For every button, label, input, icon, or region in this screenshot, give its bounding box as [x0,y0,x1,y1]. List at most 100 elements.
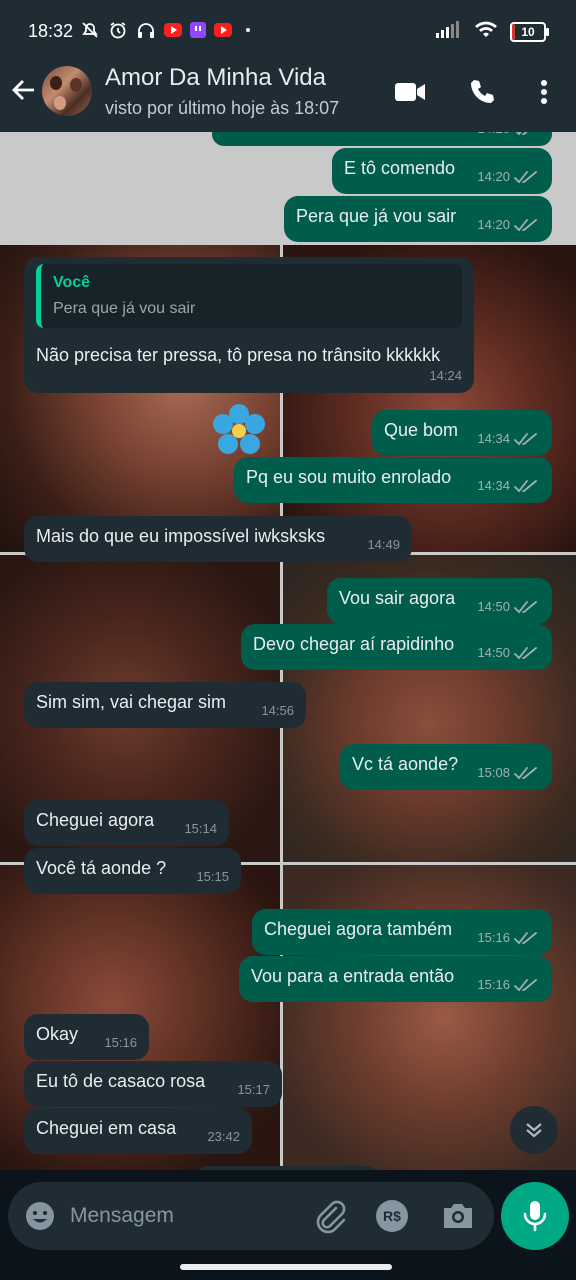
incoming-message[interactable]: Sim sim, vai chegar sim 14:56 [24,682,306,728]
message-time: 15:15 [196,866,229,888]
read-ticks-icon [514,979,537,992]
contact-name[interactable]: Amor Da Minha Vida [105,64,326,92]
more-notifications-dot-icon [246,28,250,32]
incoming-message[interactable]: Cheguei em casa 23:42 [24,1108,252,1154]
alarm-icon [108,20,128,40]
incoming-message[interactable]: Eu tô de casaco rosa 15:17 [24,1061,282,1107]
message-timestamp: 14:34 [477,478,510,493]
message-timestamp: 15:16 [477,930,510,945]
avatar[interactable] [42,66,92,116]
youtube-icon [214,23,232,37]
message-time: 14:34 [477,475,540,497]
read-ticks-icon [514,171,537,184]
incoming-message[interactable]: Você Pera que já vou sair Não precisa ter … [24,257,474,393]
flower-sticker-icon [213,404,265,454]
message-time: 14:20 [477,166,540,188]
home-indicator[interactable] [180,1264,392,1270]
message-time: 14:56 [261,700,294,722]
message-time: 14:20 [477,214,540,236]
arrow-left-icon[interactable] [10,76,38,104]
read-ticks-icon [515,132,528,136]
battery-level: 10 [521,24,535,39]
message-text: Não precisa ter pressa, tô presa no trân… [36,345,441,365]
message-timestamp: 14:20 [477,132,510,140]
chat-area[interactable]: 14:20E tô comendo14:20Pera que já vou sa… [0,132,576,1170]
paperclip-icon[interactable] [312,1198,348,1234]
payment-button[interactable]: R$ [376,1200,408,1232]
outgoing-message[interactable]: Pera que já vou sair 14:20 [284,196,552,242]
message-timestamp: 14:20 [477,169,510,184]
message-time: 15:08 [477,762,540,784]
message-time: 15:14 [184,818,217,840]
message-timestamp: 14:24 [429,368,462,383]
message-placeholder: Mensagem [70,1204,174,1227]
more-vertical-icon[interactable] [528,76,560,108]
read-ticks-icon [514,219,537,232]
message-time: 14:50 [477,596,540,618]
mic-button[interactable] [501,1182,569,1250]
battery-indicator: 10 [510,21,549,42]
headphones-icon [136,20,156,40]
wifi-icon [474,20,498,43]
status-notification-icons [80,20,250,40]
quoted-reply[interactable]: Você Pera que já vou sair [36,264,462,328]
outgoing-message[interactable]: Cheguei agora também 15:16 [252,909,552,955]
message-timestamp: 15:15 [196,869,229,884]
message-timestamp: 14:50 [477,599,510,614]
message-text: Sim sim, vai chegar sim [36,692,227,712]
message-timestamp: 23:42 [207,1129,240,1144]
status-system-icons: 10 [436,20,549,43]
outgoing-message[interactable]: Que bom 14:34 [372,410,552,456]
incoming-message[interactable]: Okay 15:16 [24,1014,149,1060]
read-ticks-icon [514,601,537,614]
message-time: 14:49 [367,534,400,556]
payment-label: R$ [383,1208,401,1224]
outgoing-message[interactable]: Pq eu sou muito enrolado 14:34 [234,457,552,503]
message-time: 14:50 [477,642,540,664]
outgoing-message[interactable]: Vou para a entrada então 15:16 [239,956,552,1002]
message-timestamp: 14:49 [367,537,400,552]
do-not-disturb-icon [80,20,100,40]
incoming-message[interactable]: Cheguei agora 15:14 [24,800,229,846]
quoted-author: Você [53,274,91,291]
status-bar: 18:32 10 [0,0,576,62]
phone-icon[interactable] [466,76,498,108]
outgoing-message[interactable]: Vc tá aonde? 15:08 [340,744,552,790]
message-time: 14:24 [429,365,462,387]
battery-fill [512,23,516,40]
chat-header: Amor Da Minha Vida visto por último hoje… [0,62,576,132]
message-input[interactable]: Mensagem R$ [8,1182,494,1250]
message-timestamp: 15:14 [184,821,217,836]
camera-icon[interactable] [440,1198,476,1234]
read-ticks-icon [514,932,537,945]
message-time: 15:16 [477,974,540,996]
last-seen-status: visto por último hoje às 18:07 [105,98,340,118]
outgoing-message[interactable]: 14:20 [212,132,552,146]
emoji-icon[interactable] [24,1200,56,1232]
message-timestamp: 15:08 [477,765,510,780]
message-timestamp: 15:16 [104,1035,137,1050]
read-ticks-icon [514,647,537,660]
incoming-message[interactable]: Você tá aonde ? 15:15 [24,848,241,894]
status-time: 18:32 [28,21,74,41]
incoming-message[interactable]: Mais do que eu impossível iwksksks 14:49 [24,516,412,562]
read-ticks-icon [514,433,537,446]
message-timestamp: 14:50 [477,645,510,660]
outgoing-message[interactable]: Devo chegar aí rapidinho 14:50 [241,624,552,670]
mic-icon [523,1201,547,1232]
message-text: Mais do que eu impossível iwksksks [36,526,326,546]
outgoing-message[interactable]: Vou sair agora 14:50 [327,578,552,624]
message-timestamp: 14:56 [261,703,294,718]
message-timestamp: 15:17 [237,1082,270,1097]
quoted-text: Pera que já vou sair [53,300,196,317]
chevron-double-down-icon[interactable] [510,1106,558,1154]
twitch-icon [190,22,206,38]
message-timestamp: 14:34 [477,431,510,446]
message-time: 23:42 [207,1126,240,1148]
message-time: 15:16 [477,927,540,949]
video-camera-icon[interactable] [394,76,426,108]
message-time: 15:17 [237,1079,270,1101]
outgoing-message[interactable]: E tô comendo 14:20 [332,148,552,194]
signal-icon [436,20,462,43]
message-time: 14:34 [477,428,540,450]
